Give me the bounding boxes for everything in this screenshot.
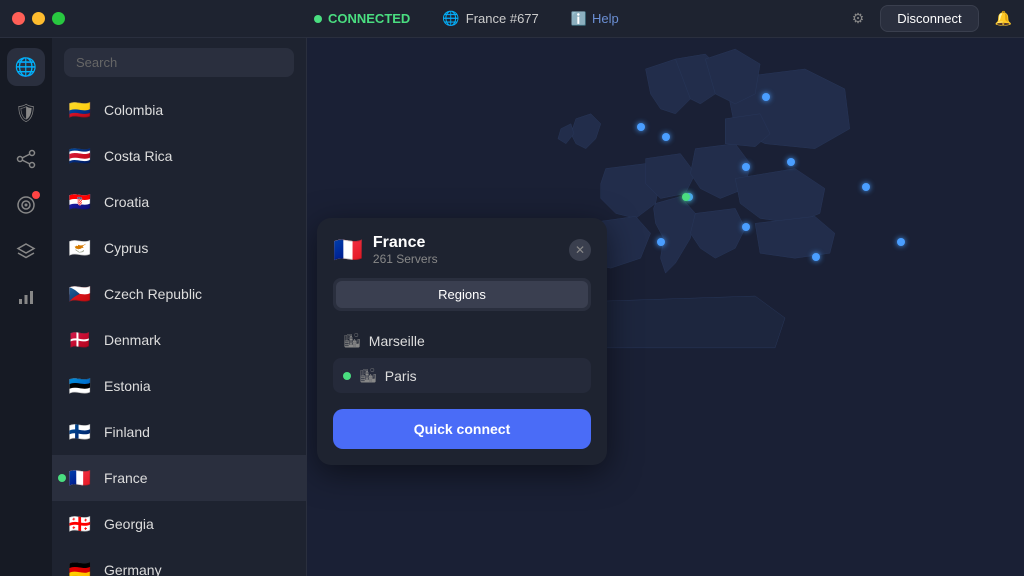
maximize-button[interactable] <box>52 12 65 25</box>
map-dot-ukraine <box>862 183 870 191</box>
search-box <box>52 38 306 87</box>
flag-france: 🇫🇷 <box>66 464 94 492</box>
popup-country-name: France <box>373 234 438 252</box>
map-dot-scandinavia <box>762 93 770 101</box>
country-name-label: Germany <box>104 562 162 576</box>
country-list-items: 🇨🇴Colombia🇨🇷Costa Rica🇭🇷Croatia🇨🇾Cyprus🇨… <box>52 87 306 576</box>
country-name-label: Cyprus <box>104 240 148 256</box>
region-paris[interactable]: 🏙 Paris <box>333 358 591 393</box>
flag-germany: 🇩🇪 <box>66 556 94 576</box>
sidebar-icons: 🌐 🛡 <box>0 38 52 576</box>
popup-regions-list: 🏙 Marseille 🏙 Paris <box>333 323 591 393</box>
popup-flag: 🇫🇷 <box>333 236 363 265</box>
flag-cyprus: 🇨🇾 <box>66 234 94 262</box>
sidebar-item-p2p[interactable] <box>7 140 45 178</box>
help-circle-icon: ℹ️ <box>571 11 587 27</box>
close-button[interactable] <box>12 12 25 25</box>
sidebar-item-target[interactable] <box>7 186 45 224</box>
country-item-estonia[interactable]: 🇪🇪 Estonia <box>52 363 306 409</box>
country-item-france[interactable]: 🇫🇷 France <box>52 455 306 501</box>
sidebar-item-stats[interactable] <box>7 278 45 316</box>
country-item-finland[interactable]: 🇫🇮 Finland <box>52 409 306 455</box>
traffic-lights <box>12 12 65 25</box>
country-name-label: Costa Rica <box>104 148 172 164</box>
region-paris-name: Paris <box>385 368 417 384</box>
notification-badge <box>32 191 40 199</box>
popup-servers: 261 Servers <box>373 252 438 266</box>
map-dot-paris <box>682 193 690 201</box>
country-item-colombia[interactable]: 🇨🇴 Colombia <box>52 87 306 133</box>
country-name-label: Czech Republic <box>104 286 202 302</box>
flag-czech-republic: 🇨🇿 <box>66 280 94 308</box>
map-dot-germany <box>742 163 750 171</box>
server-info: 🌐 France #677 <box>442 10 538 27</box>
country-item-georgia[interactable]: 🇬🇪 Georgia <box>52 501 306 547</box>
main-content: 🌐 🛡 <box>0 38 1024 576</box>
country-name-label: Georgia <box>104 516 154 532</box>
country-item-costa-rica[interactable]: 🇨🇷 Costa Rica <box>52 133 306 179</box>
flag-colombia: 🇨🇴 <box>66 96 94 124</box>
flag-finland: 🇫🇮 <box>66 418 94 446</box>
globe-icon: 🌐 <box>442 10 459 27</box>
map-dot-italy <box>742 223 750 231</box>
active-indicator <box>58 474 66 482</box>
flag-estonia: 🇪🇪 <box>66 372 94 400</box>
country-item-cyprus[interactable]: 🇨🇾 Cyprus <box>52 225 306 271</box>
country-item-czech-republic[interactable]: 🇨🇿 Czech Republic <box>52 271 306 317</box>
connected-dot <box>314 15 322 23</box>
sidebar-item-map[interactable]: 🌐 <box>7 48 45 86</box>
popup-tabs: Regions <box>333 278 591 311</box>
quick-connect-button[interactable]: Quick connect <box>333 409 591 449</box>
popup-country-info: 🇫🇷 France 261 Servers <box>333 234 438 266</box>
bell-icon[interactable]: 🔔 <box>995 10 1012 27</box>
settings-icon[interactable]: ⚙ <box>852 10 865 27</box>
map-area: 🇫🇷 France 261 Servers ✕ Regions 🏙 Marsei… <box>307 38 1024 576</box>
search-input[interactable] <box>64 48 294 77</box>
titlebar: CONNECTED 🌐 France #677 ℹ️ Help ⚙ Discon… <box>0 0 1024 38</box>
tab-regions[interactable]: Regions <box>336 281 588 308</box>
map-dot-uk2 <box>662 133 670 141</box>
help-label: Help <box>592 11 619 26</box>
region-marseille[interactable]: 🏙 Marseille <box>333 323 591 358</box>
popup-header: 🇫🇷 France 261 Servers ✕ <box>333 234 591 266</box>
country-list: 🇨🇴Colombia🇨🇷Costa Rica🇭🇷Croatia🇨🇾Cyprus🇨… <box>52 38 307 576</box>
country-item-denmark[interactable]: 🇩🇰 Denmark <box>52 317 306 363</box>
server-name: France #677 <box>466 11 539 26</box>
server-icon-paris: 🏙 <box>359 367 377 384</box>
popup-country-details: France 261 Servers <box>373 234 438 266</box>
connected-indicator-paris <box>343 372 351 380</box>
flag-georgia: 🇬🇪 <box>66 510 94 538</box>
country-name-label: Finland <box>104 424 150 440</box>
country-name-label: Estonia <box>104 378 151 394</box>
help-button[interactable]: ℹ️ Help <box>571 11 619 27</box>
country-popup: 🇫🇷 France 261 Servers ✕ Regions 🏙 Marsei… <box>317 218 607 465</box>
titlebar-right: ⚙ Disconnect 🔔 <box>852 5 1012 32</box>
region-marseille-name: Marseille <box>369 333 425 349</box>
sidebar-item-shield[interactable]: 🛡 <box>7 94 45 132</box>
map-dot-poland <box>787 158 795 166</box>
country-name-label: Denmark <box>104 332 161 348</box>
country-item-croatia[interactable]: 🇭🇷 Croatia <box>52 179 306 225</box>
flag-croatia: 🇭🇷 <box>66 188 94 216</box>
map-dot-greece <box>812 253 820 261</box>
sidebar-item-layers[interactable] <box>7 232 45 270</box>
country-name-label: Croatia <box>104 194 149 210</box>
titlebar-center: CONNECTED 🌐 France #677 ℹ️ Help <box>81 10 852 27</box>
country-item-germany[interactable]: 🇩🇪 Germany <box>52 547 306 576</box>
country-name-label: France <box>104 470 148 486</box>
popup-close-button[interactable]: ✕ <box>569 239 591 261</box>
map-dot-turkey <box>897 238 905 246</box>
connected-label: CONNECTED <box>328 11 410 26</box>
map-dot-spain <box>657 238 665 246</box>
server-icon-marseille: 🏙 <box>343 332 361 349</box>
map-dot-uk1 <box>637 123 645 131</box>
connection-status: CONNECTED <box>314 11 410 26</box>
disconnect-button[interactable]: Disconnect <box>880 5 978 32</box>
country-name-label: Colombia <box>104 102 163 118</box>
flag-denmark: 🇩🇰 <box>66 326 94 354</box>
flag-costa-rica: 🇨🇷 <box>66 142 94 170</box>
minimize-button[interactable] <box>32 12 45 25</box>
